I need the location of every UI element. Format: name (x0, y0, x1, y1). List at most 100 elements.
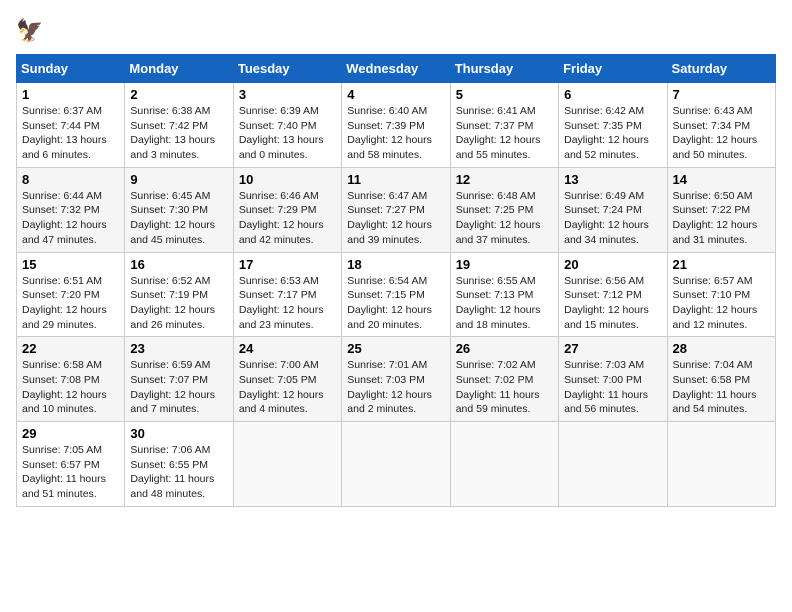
calendar-week-1: 1 Sunrise: 6:37 AMSunset: 7:44 PMDayligh… (17, 83, 776, 168)
calendar-cell: 20 Sunrise: 6:56 AMSunset: 7:12 PMDaylig… (559, 252, 667, 337)
cell-info: Sunrise: 7:04 AMSunset: 6:58 PMDaylight:… (673, 359, 757, 415)
day-number: 16 (130, 257, 227, 272)
calendar-header-row: SundayMondayTuesdayWednesdayThursdayFrid… (17, 55, 776, 83)
cell-info: Sunrise: 6:56 AMSunset: 7:12 PMDaylight:… (564, 275, 649, 331)
calendar-cell: 11 Sunrise: 6:47 AMSunset: 7:27 PMDaylig… (342, 167, 450, 252)
day-number: 1 (22, 87, 119, 102)
cell-info: Sunrise: 7:00 AMSunset: 7:05 PMDaylight:… (239, 359, 324, 415)
day-number: 12 (456, 172, 553, 187)
day-number: 25 (347, 341, 444, 356)
cell-info: Sunrise: 6:45 AMSunset: 7:30 PMDaylight:… (130, 190, 215, 246)
calendar-cell: 10 Sunrise: 6:46 AMSunset: 7:29 PMDaylig… (233, 167, 341, 252)
calendar-cell: 8 Sunrise: 6:44 AMSunset: 7:32 PMDayligh… (17, 167, 125, 252)
calendar-cell: 5 Sunrise: 6:41 AMSunset: 7:37 PMDayligh… (450, 83, 558, 168)
cell-info: Sunrise: 6:44 AMSunset: 7:32 PMDaylight:… (22, 190, 107, 246)
day-number: 19 (456, 257, 553, 272)
calendar-table: SundayMondayTuesdayWednesdayThursdayFrid… (16, 54, 776, 507)
calendar-cell: 14 Sunrise: 6:50 AMSunset: 7:22 PMDaylig… (667, 167, 775, 252)
day-number: 6 (564, 87, 661, 102)
cell-info: Sunrise: 6:51 AMSunset: 7:20 PMDaylight:… (22, 275, 107, 331)
calendar-cell: 9 Sunrise: 6:45 AMSunset: 7:30 PMDayligh… (125, 167, 233, 252)
cell-info: Sunrise: 7:03 AMSunset: 7:00 PMDaylight:… (564, 359, 648, 415)
day-number: 20 (564, 257, 661, 272)
svg-text:🦅: 🦅 (16, 17, 43, 43)
cell-info: Sunrise: 6:50 AMSunset: 7:22 PMDaylight:… (673, 190, 758, 246)
calendar-cell: 23 Sunrise: 6:59 AMSunset: 7:07 PMDaylig… (125, 337, 233, 422)
header-friday: Friday (559, 55, 667, 83)
day-number: 9 (130, 172, 227, 187)
logo: 🦅 (16, 16, 50, 46)
calendar-cell: 21 Sunrise: 6:57 AMSunset: 7:10 PMDaylig… (667, 252, 775, 337)
day-number: 17 (239, 257, 336, 272)
calendar-cell (667, 422, 775, 507)
logo-icon: 🦅 (16, 16, 46, 46)
calendar-cell: 16 Sunrise: 6:52 AMSunset: 7:19 PMDaylig… (125, 252, 233, 337)
calendar-cell (233, 422, 341, 507)
calendar-cell (559, 422, 667, 507)
cell-info: Sunrise: 6:43 AMSunset: 7:34 PMDaylight:… (673, 105, 758, 161)
calendar-cell: 27 Sunrise: 7:03 AMSunset: 7:00 PMDaylig… (559, 337, 667, 422)
cell-info: Sunrise: 6:53 AMSunset: 7:17 PMDaylight:… (239, 275, 324, 331)
header-wednesday: Wednesday (342, 55, 450, 83)
page-header: 🦅 (16, 16, 776, 46)
calendar-cell: 15 Sunrise: 6:51 AMSunset: 7:20 PMDaylig… (17, 252, 125, 337)
cell-info: Sunrise: 6:59 AMSunset: 7:07 PMDaylight:… (130, 359, 215, 415)
day-number: 27 (564, 341, 661, 356)
day-number: 3 (239, 87, 336, 102)
cell-info: Sunrise: 6:42 AMSunset: 7:35 PMDaylight:… (564, 105, 649, 161)
cell-info: Sunrise: 6:52 AMSunset: 7:19 PMDaylight:… (130, 275, 215, 331)
calendar-cell: 29 Sunrise: 7:05 AMSunset: 6:57 PMDaylig… (17, 422, 125, 507)
calendar-cell: 3 Sunrise: 6:39 AMSunset: 7:40 PMDayligh… (233, 83, 341, 168)
cell-info: Sunrise: 6:49 AMSunset: 7:24 PMDaylight:… (564, 190, 649, 246)
day-number: 2 (130, 87, 227, 102)
cell-info: Sunrise: 7:05 AMSunset: 6:57 PMDaylight:… (22, 444, 106, 500)
cell-info: Sunrise: 6:58 AMSunset: 7:08 PMDaylight:… (22, 359, 107, 415)
calendar-cell: 18 Sunrise: 6:54 AMSunset: 7:15 PMDaylig… (342, 252, 450, 337)
cell-info: Sunrise: 7:01 AMSunset: 7:03 PMDaylight:… (347, 359, 432, 415)
calendar-cell: 6 Sunrise: 6:42 AMSunset: 7:35 PMDayligh… (559, 83, 667, 168)
calendar-cell: 17 Sunrise: 6:53 AMSunset: 7:17 PMDaylig… (233, 252, 341, 337)
calendar-cell: 26 Sunrise: 7:02 AMSunset: 7:02 PMDaylig… (450, 337, 558, 422)
header-thursday: Thursday (450, 55, 558, 83)
header-tuesday: Tuesday (233, 55, 341, 83)
calendar-cell (342, 422, 450, 507)
day-number: 23 (130, 341, 227, 356)
day-number: 5 (456, 87, 553, 102)
calendar-cell: 13 Sunrise: 6:49 AMSunset: 7:24 PMDaylig… (559, 167, 667, 252)
day-number: 15 (22, 257, 119, 272)
calendar-cell: 25 Sunrise: 7:01 AMSunset: 7:03 PMDaylig… (342, 337, 450, 422)
header-saturday: Saturday (667, 55, 775, 83)
cell-info: Sunrise: 6:38 AMSunset: 7:42 PMDaylight:… (130, 105, 215, 161)
cell-info: Sunrise: 6:47 AMSunset: 7:27 PMDaylight:… (347, 190, 432, 246)
calendar-week-3: 15 Sunrise: 6:51 AMSunset: 7:20 PMDaylig… (17, 252, 776, 337)
cell-info: Sunrise: 7:02 AMSunset: 7:02 PMDaylight:… (456, 359, 540, 415)
calendar-cell (450, 422, 558, 507)
day-number: 30 (130, 426, 227, 441)
cell-info: Sunrise: 7:06 AMSunset: 6:55 PMDaylight:… (130, 444, 214, 500)
header-monday: Monday (125, 55, 233, 83)
calendar-cell: 2 Sunrise: 6:38 AMSunset: 7:42 PMDayligh… (125, 83, 233, 168)
calendar-cell: 7 Sunrise: 6:43 AMSunset: 7:34 PMDayligh… (667, 83, 775, 168)
day-number: 22 (22, 341, 119, 356)
cell-info: Sunrise: 6:37 AMSunset: 7:44 PMDaylight:… (22, 105, 107, 161)
cell-info: Sunrise: 6:55 AMSunset: 7:13 PMDaylight:… (456, 275, 541, 331)
day-number: 26 (456, 341, 553, 356)
day-number: 18 (347, 257, 444, 272)
calendar-cell: 12 Sunrise: 6:48 AMSunset: 7:25 PMDaylig… (450, 167, 558, 252)
day-number: 21 (673, 257, 770, 272)
cell-info: Sunrise: 6:46 AMSunset: 7:29 PMDaylight:… (239, 190, 324, 246)
cell-info: Sunrise: 6:39 AMSunset: 7:40 PMDaylight:… (239, 105, 324, 161)
day-number: 28 (673, 341, 770, 356)
calendar-cell: 19 Sunrise: 6:55 AMSunset: 7:13 PMDaylig… (450, 252, 558, 337)
day-number: 8 (22, 172, 119, 187)
cell-info: Sunrise: 6:41 AMSunset: 7:37 PMDaylight:… (456, 105, 541, 161)
calendar-week-4: 22 Sunrise: 6:58 AMSunset: 7:08 PMDaylig… (17, 337, 776, 422)
calendar-cell: 24 Sunrise: 7:00 AMSunset: 7:05 PMDaylig… (233, 337, 341, 422)
day-number: 24 (239, 341, 336, 356)
day-number: 13 (564, 172, 661, 187)
cell-info: Sunrise: 6:40 AMSunset: 7:39 PMDaylight:… (347, 105, 432, 161)
day-number: 11 (347, 172, 444, 187)
day-number: 14 (673, 172, 770, 187)
cell-info: Sunrise: 6:54 AMSunset: 7:15 PMDaylight:… (347, 275, 432, 331)
calendar-cell: 28 Sunrise: 7:04 AMSunset: 6:58 PMDaylig… (667, 337, 775, 422)
